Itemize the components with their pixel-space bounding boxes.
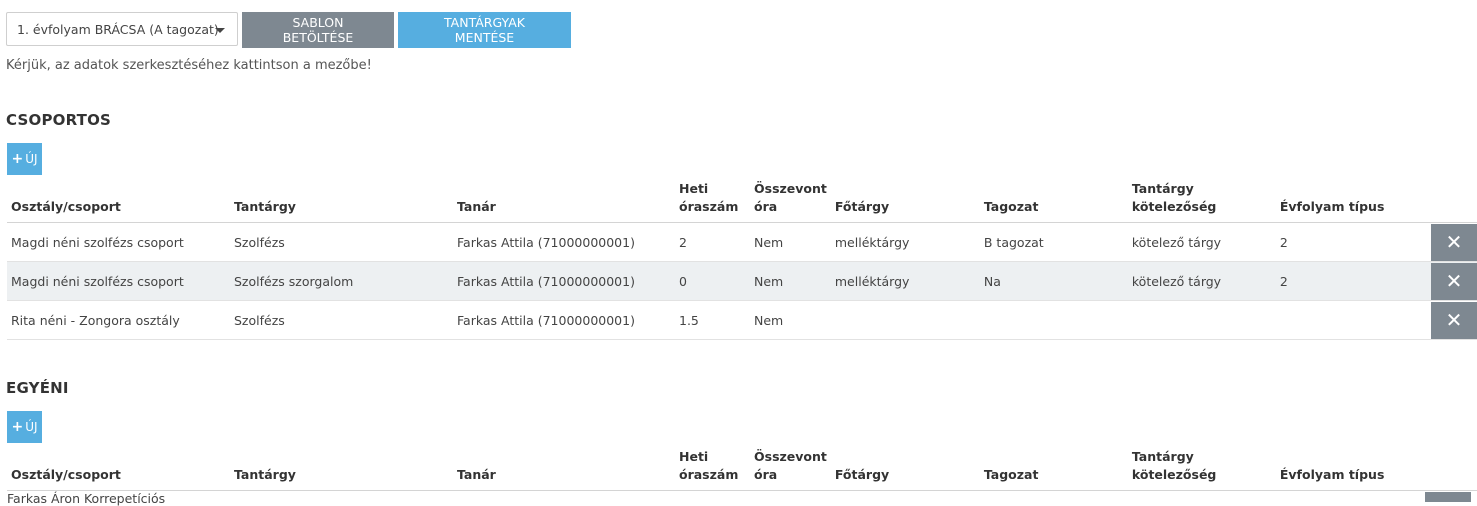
cell-class[interactable]: Magdi néni szolfézs csoport [7, 261, 230, 301]
cell-merged[interactable]: Nem [750, 261, 831, 301]
col-class: Osztály/csoport [7, 448, 230, 491]
group-section-title: CSOPORTOS [6, 111, 112, 129]
col-obligation: Tantárgy kötelezőség [1127, 448, 1276, 491]
col-obligation: Tantárgy kötelezőség [1127, 180, 1276, 223]
col-actions [1417, 180, 1477, 223]
add-individual-button[interactable]: + ÚJ [7, 411, 42, 443]
cell-subject[interactable]: Szolfézs szorgalom [230, 261, 453, 301]
cell-main-subject[interactable]: melléktárgy [830, 261, 980, 301]
table-row[interactable]: Magdi néni szolfézs csoport Szolfézs Far… [7, 222, 1477, 262]
cell-teacher[interactable]: Farkas Attila (71000000001) [453, 222, 675, 262]
cell-grade-type[interactable]: 2 [1275, 222, 1417, 262]
cell-actions: ✕ [1417, 300, 1477, 340]
cell-teacher[interactable]: Farkas Attila (71000000001) [453, 261, 675, 301]
col-teacher: Tanár [453, 180, 675, 223]
plus-icon: + [11, 419, 24, 435]
cell-hours[interactable]: 1.5 [675, 300, 750, 340]
cell-hours[interactable]: 2 [675, 222, 750, 262]
individual-table: Osztály/csoport Tantárgy Tanár Heti órasz… [7, 448, 1477, 491]
cell-department[interactable] [979, 300, 1128, 340]
edit-hint: Kérjük, az adatok szerkesztéséhez kattin… [6, 58, 372, 73]
cell-obligation[interactable]: kötelező tárgy [1127, 261, 1276, 301]
close-icon[interactable]: ✕ [1431, 301, 1477, 339]
cell-teacher[interactable]: Farkas Attila (71000000001) [453, 300, 675, 340]
cell-subject[interactable]: Szolfézs [230, 222, 453, 262]
add-group-button[interactable]: + ÚJ [7, 143, 42, 175]
cell-actions: ✕ [1417, 261, 1477, 301]
col-actions [1417, 448, 1477, 491]
table-row[interactable]: Magdi néni szolfézs csoport Szolfézs szo… [7, 261, 1477, 301]
cell-obligation[interactable] [1127, 300, 1276, 340]
add-group-label: ÚJ [25, 152, 38, 166]
col-merged: Összevont óra [750, 180, 831, 223]
cell-merged[interactable]: Nem [750, 222, 831, 262]
col-weekly-hours: Heti óraszám [675, 180, 750, 223]
col-grade-type: Évfolyam típus [1275, 448, 1417, 491]
cell-merged[interactable]: Nem [750, 300, 831, 340]
cell-grade-type[interactable]: 2 [1275, 261, 1417, 301]
cell-main-subject[interactable]: melléktárgy [830, 222, 980, 262]
grade-select-value: 1. évfolyam BRÁCSA (A tagozat) [17, 21, 219, 37]
grade-select[interactable]: 1. évfolyam BRÁCSA (A tagozat) [6, 12, 238, 46]
group-table: Osztály/csoport Tantárgy Tanár Heti órasz… [7, 180, 1477, 340]
cell-class[interactable]: Magdi néni szolfézs csoport [7, 222, 230, 262]
table-header-row: Osztály/csoport Tantárgy Tanár Heti órasz… [7, 448, 1477, 491]
col-teacher: Tanár [453, 448, 675, 491]
add-individual-label: ÚJ [25, 420, 38, 434]
cell-department[interactable]: B tagozat [979, 222, 1128, 262]
table-row[interactable]: Rita néni - Zongora osztály Szolfézs Far… [7, 300, 1477, 340]
col-main-subject: Főtárgy [830, 448, 980, 491]
col-main-subject: Főtárgy [830, 180, 980, 223]
col-grade-type: Évfolyam típus [1275, 180, 1417, 223]
close-icon[interactable]: ✕ [1431, 262, 1477, 300]
col-class: Osztály/csoport [7, 180, 230, 223]
col-subject: Tantárgy [230, 448, 453, 491]
save-subjects-button[interactable]: TANTÁRGYAK MENTÉSE [398, 12, 571, 48]
col-subject: Tantárgy [230, 180, 453, 223]
plus-icon: + [11, 151, 24, 167]
col-merged: Összevont óra [750, 448, 831, 491]
cell-class[interactable]: Rita néni - Zongora osztály [7, 300, 230, 340]
individual-section-title: EGYÉNI [6, 379, 69, 397]
cell-main-subject[interactable] [830, 300, 980, 340]
col-weekly-hours: Heti óraszám [675, 448, 750, 491]
cell-obligation[interactable]: kötelező tárgy [1127, 222, 1276, 262]
cell-subject[interactable]: Szolfézs [230, 300, 453, 340]
toolbar: 1. évfolyam BRÁCSA (A tagozat) SABLON BE… [6, 12, 571, 48]
close-icon[interactable]: ✕ [1431, 223, 1477, 261]
col-department: Tagozat [979, 448, 1128, 491]
cell-grade-type[interactable] [1275, 300, 1417, 340]
cell-actions: ✕ [1417, 222, 1477, 262]
chevron-down-icon [215, 28, 225, 33]
table-row-partial[interactable]: Farkas Áron Korrepetíciós [7, 491, 165, 506]
cell-department[interactable]: Na [979, 261, 1128, 301]
load-template-button[interactable]: SABLON BETÖLTÉSE [242, 12, 394, 48]
col-department: Tagozat [979, 180, 1128, 223]
table-header-row: Osztály/csoport Tantárgy Tanár Heti órasz… [7, 180, 1477, 223]
cell-hours[interactable]: 0 [675, 261, 750, 301]
